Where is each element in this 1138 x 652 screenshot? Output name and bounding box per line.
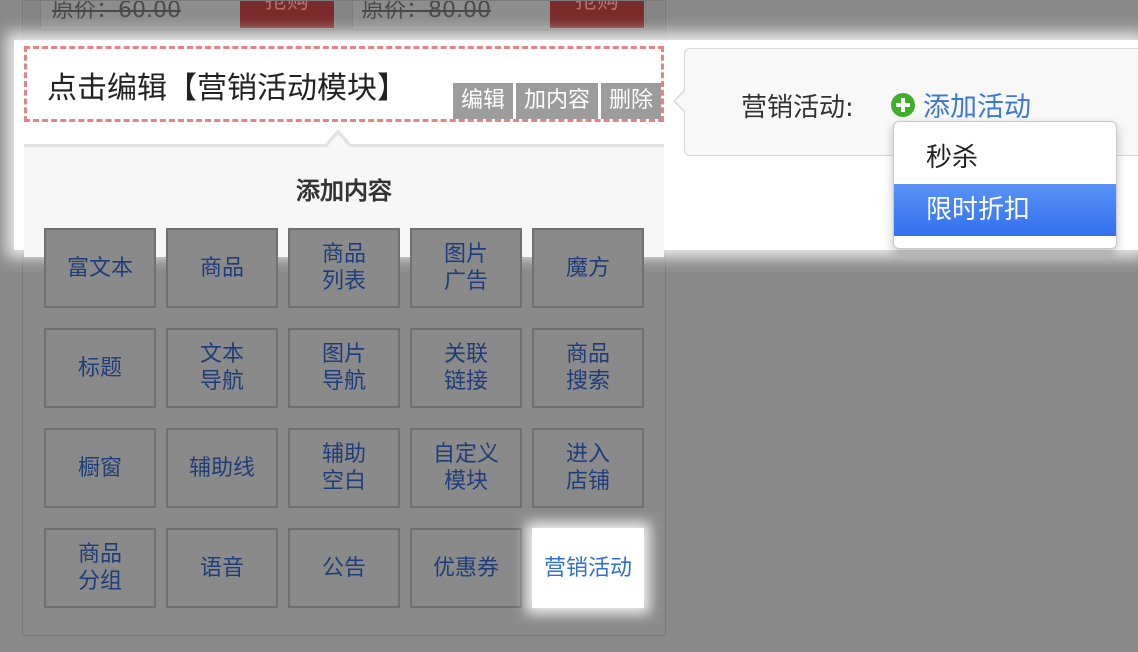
content-type-button[interactable]: 商品 搜索	[532, 328, 644, 408]
edit-button[interactable]: 编辑	[452, 83, 513, 119]
add-content-title: 添加内容	[296, 177, 392, 205]
content-type-button[interactable]: 辅助线	[166, 428, 278, 508]
content-type-button[interactable]: 公告	[288, 528, 400, 608]
popup-tip-inner	[675, 90, 686, 112]
add-content-button[interactable]: 加内容	[515, 83, 598, 119]
plus-circle-icon	[891, 92, 915, 117]
content-type-button[interactable]: 图片 广告	[410, 228, 522, 308]
dropdown-option-limited-discount[interactable]: 限时折扣	[894, 184, 1116, 236]
content-type-button[interactable]: 富文本	[44, 228, 156, 308]
content-type-button[interactable]: 关联 链接	[410, 328, 522, 408]
delete-button[interactable]: 删除	[600, 83, 661, 119]
content-type-button[interactable]: 语音	[166, 528, 278, 608]
content-type-button[interactable]: 魔方	[532, 228, 644, 308]
add-activity-link[interactable]: 添加活动	[891, 85, 1031, 124]
content-type-button[interactable]: 标题	[44, 328, 156, 408]
module-title-box[interactable]: 点击编辑【营销活动模块】 编辑 加内容 删除	[24, 46, 664, 122]
content-type-button[interactable]: 进入 店铺	[532, 428, 644, 508]
add-activity-label: 添加活动	[923, 92, 1031, 123]
content-type-button[interactable]: 商品 列表	[288, 228, 400, 308]
content-type-button[interactable]: 自定义 模块	[410, 428, 522, 508]
content-type-button[interactable]: 辅助 空白	[288, 428, 400, 508]
content-type-button[interactable]: 优惠券	[410, 528, 522, 608]
activity-dropdown: 秒杀 限时折扣	[893, 121, 1117, 249]
pointer-arrow-inner	[327, 134, 349, 147]
content-type-button[interactable]: 图片 导航	[288, 328, 400, 408]
module-title: 点击编辑【营销活动模块】	[47, 71, 407, 106]
content-type-button[interactable]: 商品	[166, 228, 278, 308]
activity-label: 营销活动:	[741, 93, 854, 123]
module-actions: 编辑 加内容 删除	[452, 83, 661, 119]
content-type-button[interactable]: 商品 分组	[44, 528, 156, 608]
content-type-button[interactable]: 文本 导航	[166, 328, 278, 408]
content-type-button[interactable]: 营销活动	[532, 528, 644, 608]
dropdown-option-seckill[interactable]: 秒杀	[894, 132, 1116, 184]
content-type-button[interactable]: 橱窗	[44, 428, 156, 508]
